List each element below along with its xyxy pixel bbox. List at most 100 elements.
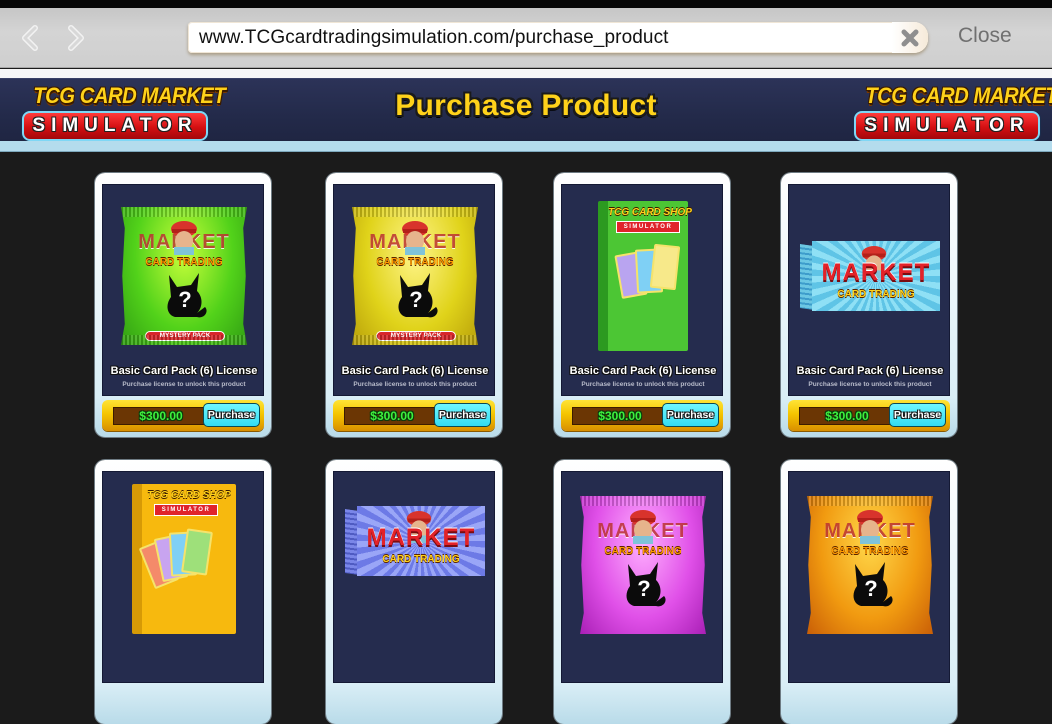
mascot-icon xyxy=(402,221,428,255)
product-panel: TCG CARD SHOP SIMULATOR Basic Card Pack … xyxy=(561,184,723,396)
mystery-pack-art: MARKET CARD TRADING ? xyxy=(580,496,706,634)
product-card[interactable]: MARKET CARD TRADING Basic Card Pack (6) … xyxy=(781,173,957,437)
pack-subtitle: CARD TRADING xyxy=(376,257,454,268)
pack-crimp xyxy=(352,207,478,217)
wide-box-art: MARKET CARD TRADING xyxy=(800,241,940,311)
wide-box-art: MARKET CARD TRADING xyxy=(345,506,485,576)
product-price: $300.00 xyxy=(572,407,668,425)
product-card[interactable]: MARKET CARD TRADING xyxy=(326,460,502,724)
product-image: MARKET CARD TRADING ? xyxy=(799,480,941,646)
box-subtitle: CARD TRADING xyxy=(837,289,915,300)
clear-url-button[interactable] xyxy=(892,22,928,53)
product-name: Basic Card Pack (6) License xyxy=(110,365,258,377)
header-underline xyxy=(0,141,1052,152)
mystery-pack-art: MARKET CARD TRADING ? MYSTERY PACK xyxy=(352,207,478,345)
product-panel: TCG CARD SHOP SIMULATOR xyxy=(102,471,264,683)
product-panel: MARKET CARD TRADING ? MYSTERY PACK Basic… xyxy=(333,184,495,396)
back-button[interactable] xyxy=(18,24,44,52)
product-panel: MARKET CARD TRADING ? xyxy=(561,471,723,683)
product-image: MARKET CARD TRADING ? MYSTERY PACK xyxy=(344,193,486,359)
box-brand: TCG CARD SHOP xyxy=(608,207,692,218)
product-panel: MARKET CARD TRADING ? MYSTERY PACK Basic… xyxy=(102,184,264,396)
product-card[interactable]: MARKET CARD TRADING ? xyxy=(781,460,957,724)
trading-cards-icon xyxy=(614,243,681,331)
product-image: MARKET CARD TRADING ? xyxy=(572,480,714,646)
pack-crimp xyxy=(580,496,706,506)
mystery-creature-icon: ? xyxy=(853,562,893,607)
box-subtitle: SIMULATOR xyxy=(616,221,680,233)
mascot-icon xyxy=(857,510,883,544)
pack-subtitle: CARD TRADING xyxy=(604,546,682,557)
box-subtitle: CARD TRADING xyxy=(382,554,460,565)
price-bar: $300.00 Purchase xyxy=(333,400,495,431)
product-card[interactable]: TCG CARD SHOP SIMULATOR Basic Card Pack … xyxy=(554,173,730,437)
product-panel: MARKET CARD TRADING Basic Card Pack (6) … xyxy=(788,184,950,396)
chevron-right-icon xyxy=(68,25,84,51)
price-bar: $300.00 Purchase xyxy=(102,400,264,431)
mystery-creature-icon: ? xyxy=(167,273,207,318)
product-card[interactable]: MARKET CARD TRADING ? MYSTERY PACK Basic… xyxy=(326,173,502,437)
product-grid: MARKET CARD TRADING ? MYSTERY PACK Basic… xyxy=(0,153,1052,724)
product-name: Basic Card Pack (6) License xyxy=(569,365,717,377)
pack-crimp xyxy=(807,496,933,506)
product-description: Purchase license to unlock this product xyxy=(581,381,705,388)
product-name: Basic Card Pack (6) License xyxy=(341,365,489,377)
url-text[interactable]: www.TCGcardtradingsimulation.com/purchas… xyxy=(188,27,892,49)
logo-subtitle: SIMULATOR xyxy=(854,111,1040,141)
svg-text:?: ? xyxy=(637,576,650,601)
pack-crimp xyxy=(352,335,478,345)
purchase-button[interactable]: Purchase xyxy=(889,403,946,427)
purchase-button[interactable]: Purchase xyxy=(434,403,491,427)
mystery-creature-icon: ? xyxy=(626,562,666,607)
logo-title: TCG CARD MARKET xyxy=(865,83,1052,108)
mascot-icon xyxy=(171,221,197,255)
product-price: $300.00 xyxy=(344,407,440,425)
forward-button[interactable] xyxy=(62,24,88,52)
box-brand: MARKET xyxy=(821,259,931,286)
product-panel: MARKET CARD TRADING xyxy=(333,471,495,683)
divider-strip xyxy=(0,69,1052,78)
chevron-left-icon xyxy=(22,25,38,51)
mystery-creature-icon: ? xyxy=(398,273,438,318)
top-strip xyxy=(0,0,1052,8)
price-bar: $300.00 Purchase xyxy=(561,400,723,431)
purchase-button[interactable]: Purchase xyxy=(203,403,260,427)
product-description: Purchase license to unlock this product xyxy=(353,381,477,388)
clear-x-icon xyxy=(901,29,919,46)
address-bar[interactable]: www.TCGcardtradingsimulation.com/purchas… xyxy=(188,22,928,53)
product-description: Purchase license to unlock this product xyxy=(808,381,932,388)
mystery-pack-art: MARKET CARD TRADING ? MYSTERY PACK xyxy=(121,207,247,345)
pack-crimp xyxy=(121,335,247,345)
product-card[interactable]: MARKET CARD TRADING ? xyxy=(554,460,730,724)
box-brand: MARKET xyxy=(366,524,476,551)
page-header: TCG CARD MARKET SIMULATOR Purchase Produ… xyxy=(0,78,1052,141)
purchase-button[interactable]: Purchase xyxy=(662,403,719,427)
product-price: $300.00 xyxy=(113,407,209,425)
product-image: MARKET CARD TRADING ? MYSTERY PACK xyxy=(113,193,255,359)
product-price: $300.00 xyxy=(799,407,895,425)
product-description: Purchase license to unlock this product xyxy=(122,381,246,388)
close-button[interactable]: Close xyxy=(958,24,1012,48)
pack-subtitle: CARD TRADING xyxy=(145,257,223,268)
browser-toolbar: www.TCGcardtradingsimulation.com/purchas… xyxy=(0,8,1052,68)
product-panel: MARKET CARD TRADING ? xyxy=(788,471,950,683)
pack-subtitle: CARD TRADING xyxy=(831,546,909,557)
svg-text:?: ? xyxy=(409,287,422,312)
mascot-icon xyxy=(630,510,656,544)
trading-cards-icon xyxy=(138,528,214,614)
product-image: MARKET CARD TRADING xyxy=(344,480,486,646)
game-logo: TCG CARD MARKET SIMULATOR xyxy=(852,83,1052,141)
product-name: Basic Card Pack (6) License xyxy=(796,365,944,377)
product-image: TCG CARD SHOP SIMULATOR xyxy=(113,480,255,646)
svg-text:?: ? xyxy=(178,287,191,312)
product-card[interactable]: TCG CARD SHOP SIMULATOR xyxy=(95,460,271,724)
card-box-art: TCG CARD SHOP SIMULATOR xyxy=(598,201,692,351)
box-subtitle: SIMULATOR xyxy=(154,504,218,516)
box-brand: TCG CARD SHOP xyxy=(147,490,231,501)
card-box-art: TCG CARD SHOP SIMULATOR xyxy=(132,484,236,634)
svg-text:?: ? xyxy=(864,576,877,601)
product-image: TCG CARD SHOP SIMULATOR xyxy=(572,193,714,359)
mystery-pack-art: MARKET CARD TRADING ? xyxy=(807,496,933,634)
pack-crimp xyxy=(121,207,247,217)
product-card[interactable]: MARKET CARD TRADING ? MYSTERY PACK Basic… xyxy=(95,173,271,437)
